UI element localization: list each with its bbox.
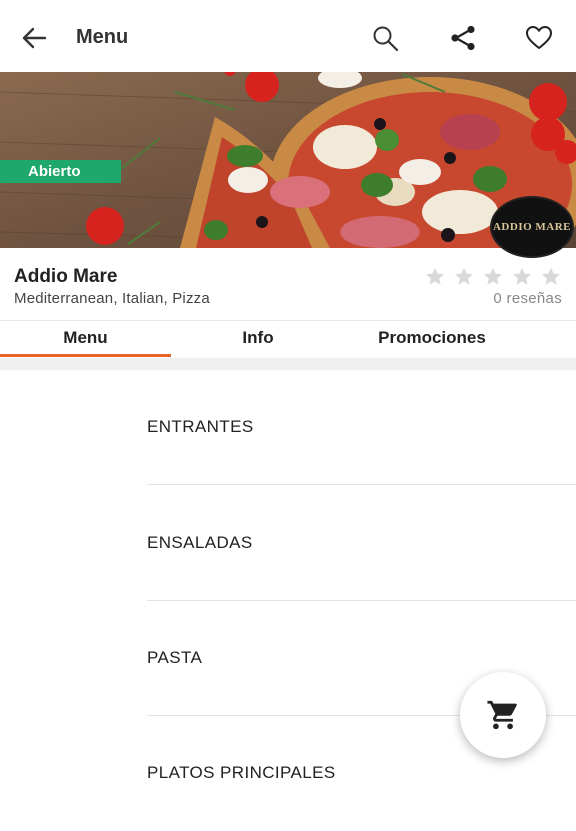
heart-icon[interactable] — [525, 24, 553, 52]
status-badge: Abierto — [0, 160, 121, 183]
share-icon[interactable] — [449, 24, 477, 52]
search-icon[interactable] — [371, 24, 399, 52]
active-tab-indicator — [0, 354, 171, 357]
section-divider — [0, 358, 576, 370]
category-label: ENTRANTES — [147, 417, 254, 436]
back-arrow-icon[interactable] — [20, 24, 48, 52]
tab-info[interactable]: Info — [171, 321, 345, 359]
star-icon — [426, 267, 444, 285]
restaurant-logo: ADDIO MARE — [490, 196, 574, 258]
tab-promociones[interactable]: Promociones — [345, 321, 519, 359]
restaurant-name: Addio Mare — [14, 266, 118, 287]
menu-category-entrantes[interactable]: ENTRANTES — [147, 370, 576, 485]
star-icon — [513, 267, 531, 285]
app-bar: Menu — [0, 0, 576, 72]
category-label: PASTA — [147, 648, 203, 667]
page-title: Menu — [76, 26, 129, 48]
star-icon — [455, 267, 473, 285]
review-count[interactable]: 0 reseñas — [493, 290, 562, 307]
category-label: PLATOS PRINCIPALES — [147, 763, 336, 782]
category-label: ENSALADAS — [147, 533, 253, 552]
cart-button[interactable] — [460, 672, 546, 758]
shopping-cart-icon — [487, 700, 517, 730]
restaurant-cuisine: Mediterranean, Italian, Pizza — [14, 290, 210, 307]
star-icon — [484, 267, 502, 285]
star-icon — [542, 267, 560, 285]
divider — [147, 484, 576, 485]
rating-stars — [424, 266, 562, 288]
menu-category-ensaladas[interactable]: ENSALADAS — [147, 486, 576, 601]
logo-text: ADDIO MARE — [492, 221, 572, 233]
